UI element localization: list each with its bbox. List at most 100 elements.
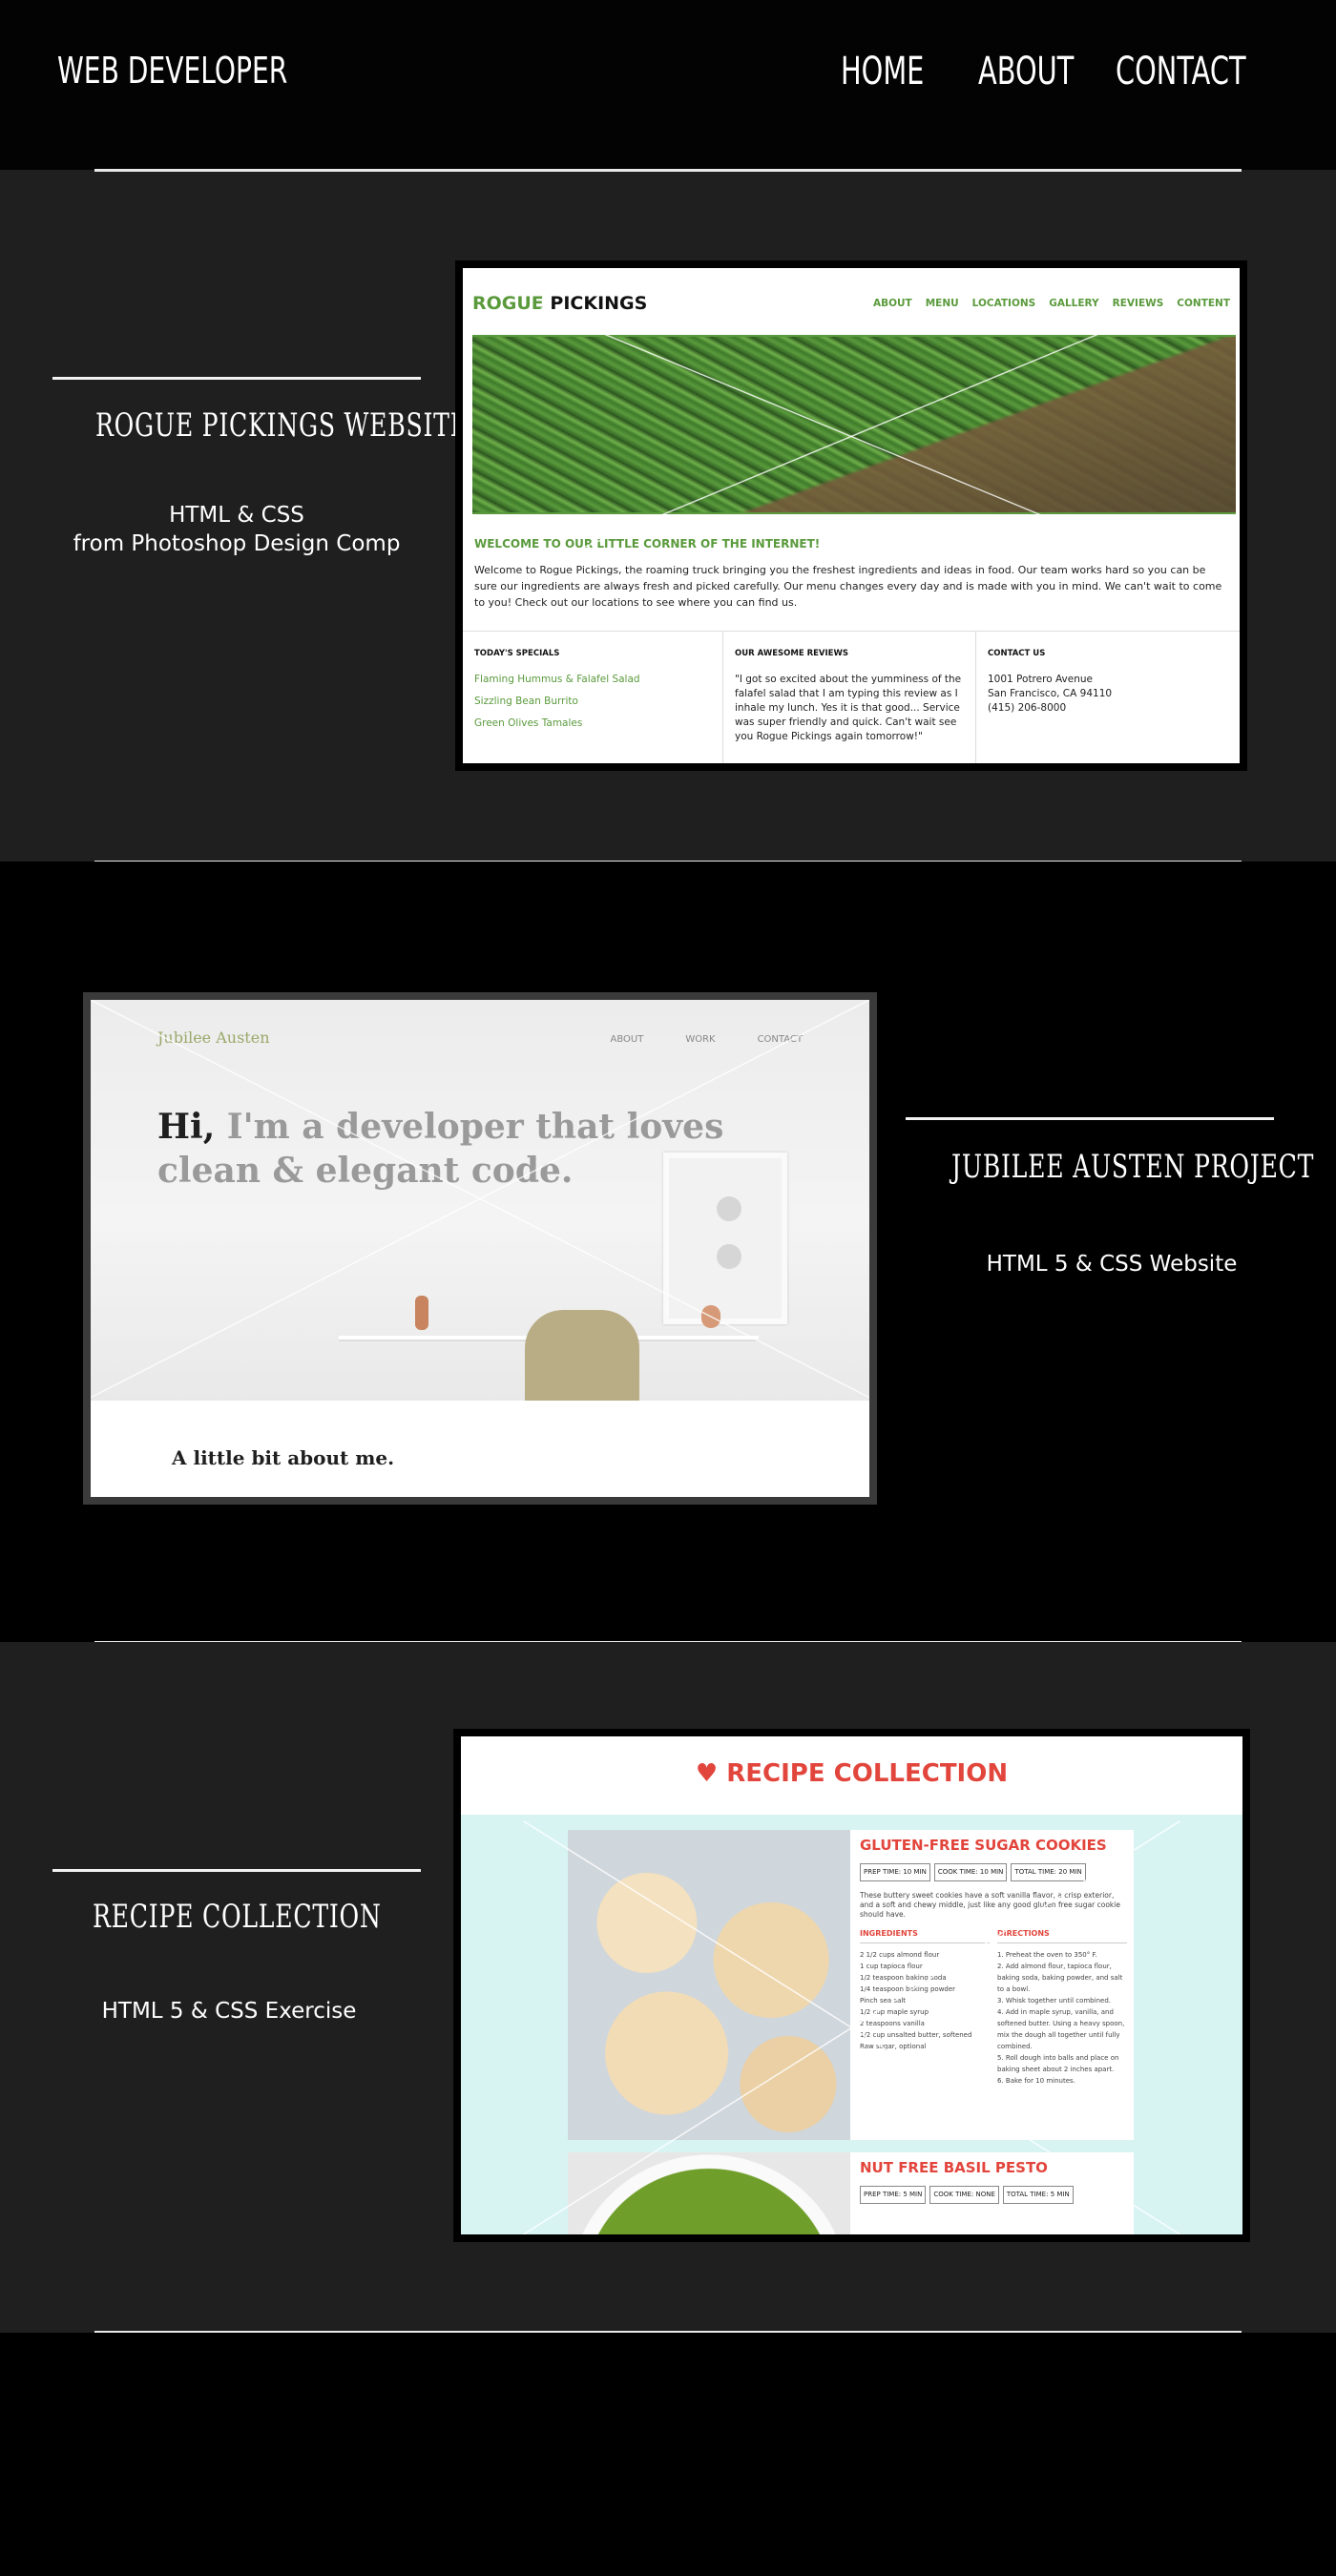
preview-nav-item: CONTACT (757, 1034, 803, 1045)
site-brand[interactable]: WEB DEVELOPER (57, 50, 287, 92)
preview-columns: TODAY'S SPECIALS Flaming Hummus & Falafe… (463, 631, 1240, 763)
ingredient-item: 2 teaspoons vanilla (860, 2020, 925, 2027)
preview-chair (525, 1310, 639, 1401)
preview-nav-item: ABOUT (610, 1034, 644, 1045)
project-screenshot-recipe-collection[interactable]: ♥ RECIPE COLLECTION GLUTEN-FREE SUGAR CO… (453, 1729, 1250, 2242)
recipe-info: NUT FREE BASIL PESTO PREP TIME: 5 MIN CO… (860, 2152, 1127, 2213)
preview-logo: ROGUE PICKINGS (472, 293, 647, 314)
project-description: HTML 5 & CSS Website (921, 1250, 1303, 1278)
project-description: HTML 5 & CSS Exercise (38, 1997, 420, 2025)
preview-column-title: TODAY'S SPECIALS (474, 649, 560, 658)
preview-special-item: Green Olives Tamales (474, 717, 583, 729)
preview-column-title: CONTACT US (988, 649, 1046, 658)
project-title: RECIPE COLLECTION (93, 1898, 382, 1936)
preview-special-item: Flaming Hummus & Falafel Salad (474, 674, 640, 685)
recipe-photo-pesto (568, 2152, 850, 2234)
ingredients-list: INGREDIENTS 2 1/2 cups almond flour 1 cu… (860, 1927, 990, 2087)
preview-address-line: San Francisco, CA 94110 (988, 688, 1113, 699)
title-divider (906, 1117, 1274, 1120)
preview-vase (415, 1296, 428, 1330)
recipe-time-badge: COOK TIME: NONE (929, 2186, 999, 2204)
direction-step: 4. Add in maple syrup, vanilla, and soft… (997, 2008, 1125, 2050)
direction-step: 3. Whisk together until combined. (997, 1997, 1111, 2005)
project-description-line: HTML & CSS (169, 503, 304, 528)
recipe-time-badge: PREP TIME: 5 MIN (860, 2186, 927, 2204)
recipe-time-badge: COOK TIME: 10 MIN (933, 1863, 1008, 1881)
recipe-times: PREP TIME: 10 MIN COOK TIME: 10 MIN TOTA… (860, 1863, 1127, 1881)
project-description-line: from Photoshop Design Comp (73, 531, 401, 556)
recipe-info: GLUTEN-FREE SUGAR COOKIES PREP TIME: 10 … (860, 1830, 1127, 2087)
recipe-time-badge: PREP TIME: 10 MIN (860, 1863, 930, 1881)
preview-logo-word: ROGUE (472, 293, 544, 314)
preview-nav-item: REVIEWS (1112, 298, 1164, 309)
preview-hero-image (472, 335, 1236, 514)
recipe-description: These buttery sweet cookies have a soft … (860, 1891, 1120, 1919)
preview-address-line: (415) 206-8000 (988, 702, 1067, 714)
recipe-name: GLUTEN-FREE SUGAR COOKIES (860, 1837, 1107, 1854)
project-section-jubilee-austen: Jubilee Austen ABOUT WORK CONTACT Hi, I'm … (0, 862, 1336, 1642)
directions-heading: DIRECTIONS (997, 1927, 1127, 1943)
ingredient-item: Raw sugar, optional (860, 2043, 927, 2050)
preview-plant-pot (701, 1305, 720, 1328)
site-header: WEB DEVELOPER HOME ABOUT CONTACT (0, 0, 1336, 170)
ingredient-item: 1/4 teaspoon baking powder (860, 1985, 956, 1993)
jubilee-austen-preview: Jubilee Austen ABOUT WORK CONTACT Hi, I'm … (91, 1000, 869, 1497)
recipe-name: NUT FREE BASIL PESTO (860, 2159, 1048, 2176)
preview-hero-text: I'm a developer that loves (215, 1107, 724, 1147)
preview-nav-item: ABOUT (872, 298, 912, 309)
project-title: JUBILEE AUSTEN PROJECT (951, 1148, 1315, 1186)
preview-special-item: Sizzling Bean Burrito (474, 696, 578, 707)
ingredients-heading: INGREDIENTS (860, 1927, 990, 1943)
preview-about-heading: A little bit about me. (172, 1446, 395, 1469)
preview-nav: ABOUT MENU LOCATIONS GALLERY REVIEWS CONTENT (860, 298, 1230, 309)
ingredient-item: 1/2 cup maple syrup (860, 2008, 929, 2016)
recipe-times: PREP TIME: 5 MIN COOK TIME: NONE TOTAL T… (860, 2186, 1127, 2204)
section-divider (94, 169, 1242, 172)
nav-home-link[interactable]: HOME (841, 50, 924, 93)
ingredient-item: 1/2 cup unsalted butter, softened (860, 2031, 972, 2039)
directions-list: DIRECTIONS 1. Preheat the oven to 350° F… (997, 1927, 1127, 2087)
preview-nav-item: MENU (925, 298, 959, 309)
preview-body-text: Welcome to Rogue Pickings, the roaming t… (474, 564, 1222, 609)
project-title: ROGUE PICKINGS WEBSITE (95, 406, 469, 445)
project-screenshot-jubilee-austen[interactable]: Jubilee Austen ABOUT WORK CONTACT Hi, I'm … (83, 992, 877, 1505)
preview-column-title: OUR AWESOME REVIEWS (735, 649, 848, 658)
project-description-line: HTML 5 & CSS Website (986, 1252, 1238, 1277)
nav-about-link[interactable]: ABOUT (978, 50, 1074, 93)
preview-column: CONTACT US 1001 Potrero Avenue San Franc… (975, 632, 1240, 763)
recipe-card: NUT FREE BASIL PESTO PREP TIME: 5 MIN CO… (568, 2152, 1134, 2234)
project-description-line: HTML 5 & CSS Exercise (101, 1999, 357, 2024)
preview-hero-heading: Hi, I'm a developer that loves clean & e… (157, 1105, 723, 1193)
recipe-time-badge: TOTAL TIME: 5 MIN (1002, 2186, 1074, 2204)
page-footer-area (0, 2333, 1336, 2576)
project-description: HTML & CSS from Photoshop Design Comp (46, 501, 428, 558)
preview-column: TODAY'S SPECIALS Flaming Hummus & Falafe… (463, 632, 722, 763)
ingredient-item: Pinch sea salt (860, 1997, 907, 2005)
direction-step: 6. Bake for 10 minutes. (997, 2077, 1075, 2085)
preview-address-line: 1001 Potrero Avenue (988, 674, 1093, 685)
preview-hero-hi: Hi, (157, 1107, 216, 1147)
ingredient-item: 1/2 teaspoon baking soda (860, 1974, 947, 1982)
recipe-lists: INGREDIENTS 2 1/2 cups almond flour 1 cu… (860, 1927, 1127, 2087)
preview-welcome-heading: WELCOME TO OUR LITTLE CORNER OF THE INTE… (474, 537, 821, 551)
project-section-recipe-collection: RECIPE COLLECTION HTML 5 & CSS Exercise … (0, 1642, 1336, 2333)
ingredient-item: 2 1/2 cups almond flour (860, 1951, 940, 1959)
nav-contact-link[interactable]: CONTACT (1116, 50, 1246, 93)
project-screenshot-rogue-pickings[interactable]: ROGUE PICKINGS ABOUT MENU LOCATIONS GALLERY… (455, 260, 1247, 771)
recipe-collection-preview: ♥ RECIPE COLLECTION GLUTEN-FREE SUGAR CO… (461, 1736, 1242, 2234)
preview-column: OUR AWESOME REVIEWS "I got so excited ab… (722, 632, 975, 763)
title-divider (52, 377, 421, 380)
preview-logo-word: PICKINGS (543, 293, 648, 314)
title-divider (52, 1869, 421, 1872)
recipe-photo-cookies (568, 1830, 850, 2140)
direction-step: 1. Preheat the oven to 350° F. (997, 1951, 1097, 1959)
ingredient-item: 1 cup tapioca flour (860, 1963, 923, 1970)
recipe-card: GLUTEN-FREE SUGAR COOKIES PREP TIME: 10 … (568, 1830, 1134, 2140)
preview-hero-text: clean & elegant code. (157, 1151, 574, 1191)
preview-nav-item: GALLERY (1049, 298, 1099, 309)
preview-title: ♥ RECIPE COLLECTION (695, 1759, 1009, 1788)
preview-nav-item: WORK (685, 1034, 716, 1045)
preview-nav: ABOUT WORK CONTACT (568, 1034, 803, 1045)
direction-step: 2. Add almond flour, tapioca flour, baki… (997, 1963, 1123, 1993)
preview-logo: Jubilee Austen (157, 1028, 270, 1047)
